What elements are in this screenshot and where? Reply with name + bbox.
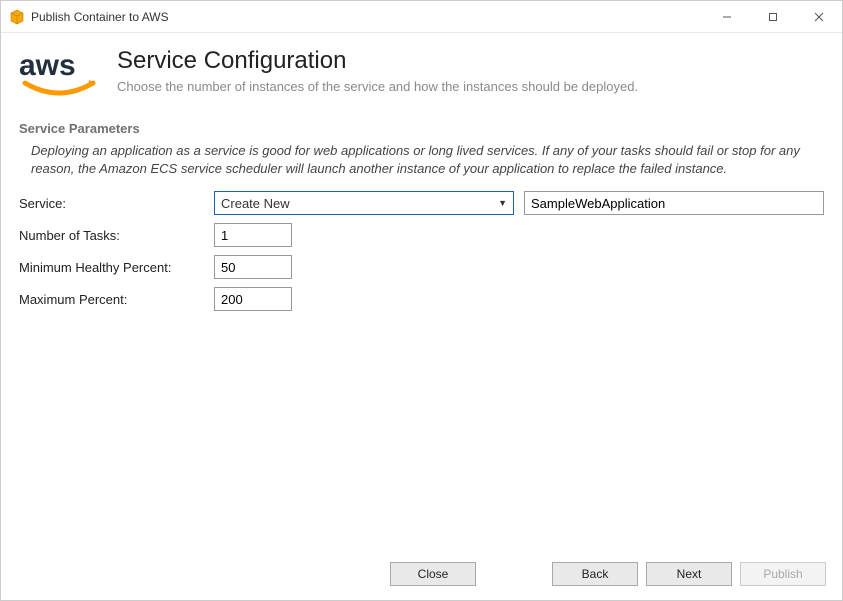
tasks-label: Number of Tasks:: [19, 228, 204, 243]
page-subtitle: Choose the number of instances of the se…: [117, 79, 638, 94]
tasks-input[interactable]: [214, 223, 292, 247]
aws-cube-icon: [9, 9, 25, 25]
page-title: Service Configuration: [117, 47, 638, 75]
next-button[interactable]: Next: [646, 562, 732, 586]
service-parameters-section: Service Parameters Deploying an applicat…: [1, 115, 842, 191]
min-healthy-label: Minimum Healthy Percent:: [19, 260, 204, 275]
wizard-footer: Close Back Next Publish: [1, 552, 842, 600]
close-window-button[interactable]: [796, 1, 842, 33]
maximize-button[interactable]: [750, 1, 796, 33]
chevron-down-icon: ▼: [498, 198, 507, 208]
section-description: Deploying an application as a service is…: [19, 142, 824, 191]
publish-button: Publish: [740, 562, 826, 586]
service-select-value: Create New: [221, 196, 290, 211]
titlebar: Publish Container to AWS: [1, 1, 842, 33]
section-title: Service Parameters: [19, 121, 824, 136]
min-healthy-input[interactable]: [214, 255, 292, 279]
max-percent-input[interactable]: [214, 287, 292, 311]
aws-logo-icon: aws: [19, 47, 99, 107]
service-name-input[interactable]: [524, 191, 824, 215]
page-header: aws Service Configuration Choose the num…: [1, 33, 842, 115]
service-form: Service: Create New ▼ Number of Tasks: M…: [1, 191, 842, 319]
close-button[interactable]: Close: [390, 562, 476, 586]
back-button[interactable]: Back: [552, 562, 638, 586]
svg-text:aws: aws: [19, 49, 76, 82]
service-label: Service:: [19, 196, 204, 211]
minimize-button[interactable]: [704, 1, 750, 33]
window-title: Publish Container to AWS: [31, 10, 169, 24]
service-select[interactable]: Create New ▼: [214, 191, 514, 215]
max-percent-label: Maximum Percent:: [19, 292, 204, 307]
